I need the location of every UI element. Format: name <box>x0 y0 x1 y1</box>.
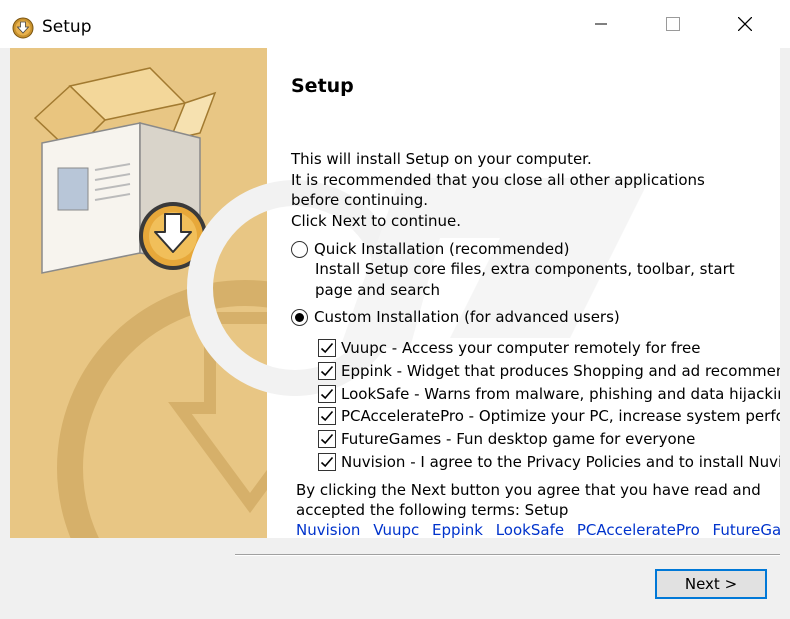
offer-label: Vuupc - Access your computer remotely fo… <box>341 339 701 358</box>
quick-installation-desc-line: Install Setup core files, extra componen… <box>315 260 735 278</box>
next-button[interactable]: Next > <box>655 569 767 599</box>
terms-link-futuregames[interactable]: FutureGames <box>713 521 780 538</box>
setup-window: Setup Setup This will install Setup on y… <box>0 0 790 619</box>
window-title: Setup <box>42 17 92 37</box>
offer-eppink[interactable]: Eppink - Widget that produces Shopping a… <box>318 360 780 383</box>
checkmark-icon <box>320 456 334 467</box>
intro-line: This will install Setup on your computer… <box>291 150 592 168</box>
quick-installation-option[interactable]: Quick Installation (recommended) <box>291 240 569 258</box>
terms-links: Nuvision Vuupc Eppink LookSafe PCAcceler… <box>296 521 780 538</box>
terms-link-nuvision[interactable]: Nuvision <box>296 521 360 538</box>
wizard-side-panel <box>10 48 267 538</box>
install-box-illustration <box>33 67 267 538</box>
checkmark-icon <box>320 388 334 399</box>
custom-installation-radio[interactable] <box>291 308 308 326</box>
quick-installation-label: Quick Installation (recommended) <box>314 240 570 258</box>
terms-link-looksafe[interactable]: LookSafe <box>496 521 564 538</box>
terms-link-pcacceleratepro[interactable]: PCAcceleratePro <box>577 521 700 538</box>
terms-line: By clicking the Next button you agree th… <box>296 481 761 499</box>
bundled-offers-list: Vuupc - Access your computer remotely fo… <box>318 337 780 473</box>
offer-nuvision[interactable]: Nuvision - I agree to the Privacy Polici… <box>318 450 780 473</box>
terms-link-eppink[interactable]: Eppink <box>432 521 483 538</box>
close-icon <box>738 17 752 31</box>
page-heading: Setup <box>291 75 354 97</box>
intro-line: before continuing. <box>291 191 428 209</box>
intro-line: It is recommended that you close all oth… <box>291 170 705 189</box>
terms-text: By clicking the Next button you agree th… <box>296 480 761 520</box>
close-button[interactable] <box>722 0 768 48</box>
offer-checkbox[interactable] <box>318 430 336 449</box>
checkmark-icon <box>320 366 334 377</box>
offer-label: FutureGames - Fun desktop game for every… <box>341 430 696 449</box>
footer-divider <box>235 554 780 556</box>
quick-installation-desc-line: page and search <box>315 280 441 299</box>
wizard-footer: Next > <box>0 538 790 619</box>
offer-checkbox[interactable] <box>318 384 336 403</box>
offer-pcacceleratepro[interactable]: PCAcceleratePro - Optimize your PC, incr… <box>318 405 780 428</box>
offer-futuregames[interactable]: FutureGames - Fun desktop game for every… <box>318 428 780 451</box>
terms-link-vuupc[interactable]: Vuupc <box>373 521 419 538</box>
offer-label: PCAcceleratePro - Optimize your PC, incr… <box>341 407 780 426</box>
terms-line: accepted the following terms: Setup <box>296 501 569 519</box>
offer-checkbox[interactable] <box>318 339 336 358</box>
custom-installation-option[interactable]: Custom Installation (for advanced users) <box>291 308 620 326</box>
minimize-icon <box>595 23 607 25</box>
offer-label: Nuvision - I agree to the Privacy Polici… <box>341 452 780 471</box>
offer-vuupc[interactable]: Vuupc - Access your computer remotely fo… <box>318 337 780 360</box>
maximize-icon <box>666 17 680 31</box>
minimize-button[interactable] <box>578 0 624 48</box>
title-bar: Setup <box>0 0 790 48</box>
checkmark-icon <box>320 411 334 422</box>
offer-label: Eppink - Widget that produces Shopping a… <box>341 362 780 381</box>
offer-checkbox[interactable] <box>318 407 336 426</box>
quick-installation-radio[interactable] <box>291 240 308 258</box>
offer-checkbox[interactable] <box>318 452 336 471</box>
custom-installation-label: Custom Installation (for advanced users) <box>314 308 620 326</box>
offer-checkbox[interactable] <box>318 362 336 381</box>
offer-looksafe[interactable]: LookSafe - Warns from malware, phishing … <box>318 382 780 405</box>
intro-text: This will install Setup on your computer… <box>291 149 761 231</box>
maximize-button[interactable] <box>650 0 696 48</box>
intro-line: Click Next to continue. <box>291 211 462 230</box>
offer-label: LookSafe - Warns from malware, phishing … <box>341 384 780 403</box>
setup-app-icon <box>12 17 34 39</box>
checkmark-icon <box>320 343 334 354</box>
checkmark-icon <box>320 434 334 445</box>
wizard-content: Setup This will install Setup on your co… <box>10 48 780 538</box>
quick-installation-description: Install Setup core files, extra componen… <box>315 259 735 300</box>
